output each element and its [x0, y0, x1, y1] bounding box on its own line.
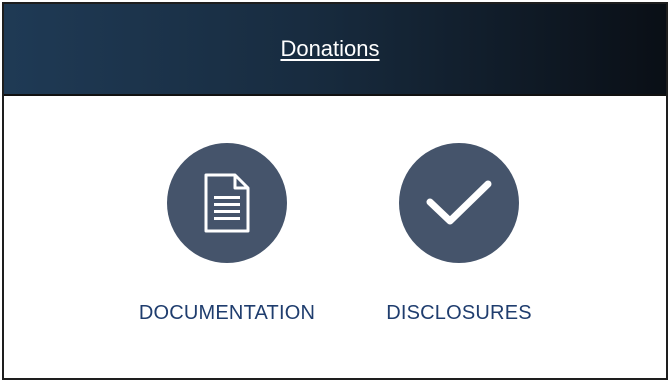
documentation-icon-circle[interactable] — [167, 143, 287, 263]
header-banner: Donations — [4, 4, 666, 96]
documentation-tile[interactable]: DOCUMENTATION — [127, 143, 327, 325]
page-title-link[interactable]: Donations — [280, 36, 379, 62]
disclosures-icon-circle[interactable] — [399, 143, 519, 263]
disclosures-tile[interactable]: DISCLOSURES — [359, 143, 559, 325]
checkmark-icon — [426, 180, 492, 225]
app-frame: Donations DOCUMENTATION DISCLOSURES — [2, 2, 668, 380]
documentation-label[interactable]: DOCUMENTATION — [139, 302, 315, 325]
disclosures-label[interactable]: DISCLOSURES — [386, 302, 532, 325]
document-icon — [204, 173, 250, 233]
